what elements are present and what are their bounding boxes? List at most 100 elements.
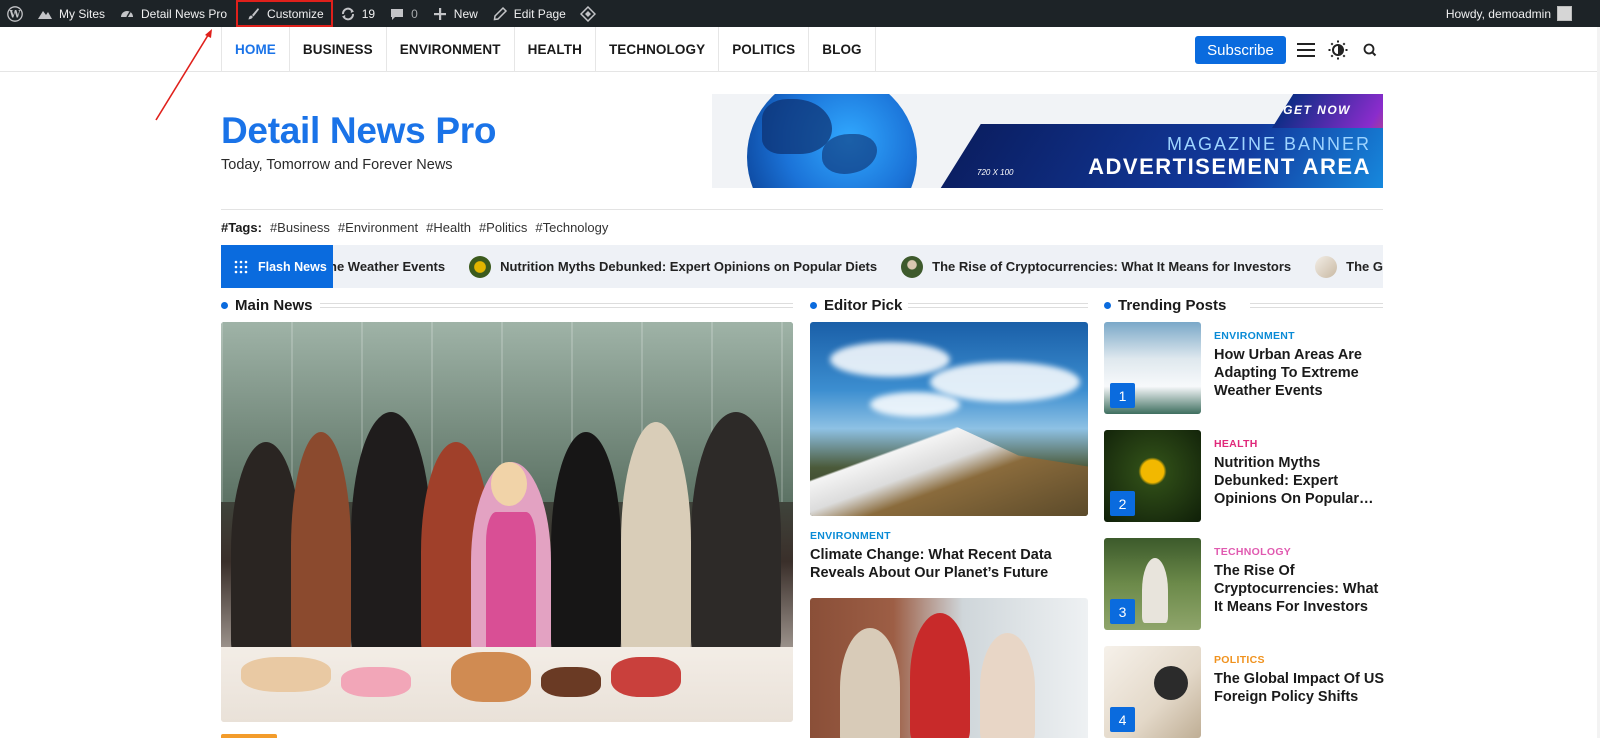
trending-title[interactable]: Nutrition Myths Debunked: Expert Opinion… [1214, 454, 1384, 508]
main-navigation: HOME BUSINESS ENVIRONMENT HEALTH TECHNOL… [0, 27, 1600, 72]
search-icon[interactable] [1359, 39, 1381, 61]
trending-category[interactable]: POLITICS [1214, 654, 1265, 666]
new-label: New [453, 6, 478, 21]
nav-item-health[interactable]: HEALTH [515, 27, 596, 72]
new-content-button[interactable]: New [425, 0, 485, 27]
section-dot [221, 301, 228, 309]
ad-line1: MAGAZINE BANNER [1166, 134, 1371, 154]
edit-page-label: Edit Page [513, 6, 566, 21]
trending-title[interactable]: The Rise Of Cryptocurrencies: What It Me… [1214, 562, 1384, 616]
tags-label: #Tags: [221, 220, 262, 235]
hamburger-menu-icon[interactable] [1295, 39, 1317, 61]
main-news-image[interactable] [221, 322, 793, 722]
section-rule [320, 303, 793, 308]
ticker-title: The Global Impa [1346, 259, 1383, 274]
trending-category[interactable]: ENVIRONMENT [1214, 330, 1295, 342]
trending-thumbnail: 4 [1104, 646, 1201, 738]
nav-item-business[interactable]: BUSINESS [290, 27, 387, 72]
comments-count: 0 [411, 6, 418, 21]
ticker-title: The Rise of Cryptocurrencies: What It Me… [932, 259, 1292, 274]
tag-link[interactable]: #Environment [338, 220, 418, 235]
nav-item-environment[interactable]: ENVIRONMENT [387, 27, 515, 72]
dark-mode-toggle-icon[interactable] [1327, 39, 1349, 61]
trending-rank: 4 [1110, 707, 1135, 732]
ticker-title: Nutrition Myths Debunked: Expert Opinion… [500, 259, 878, 274]
section-title-main-news: Main News [221, 296, 313, 314]
site-name-label: Detail News Pro [141, 6, 228, 21]
nav-item-home[interactable]: HOME [222, 27, 290, 72]
image-figure [840, 628, 900, 738]
ad-size: 720 X 100 [977, 168, 1014, 177]
ticker-thumbnail [469, 255, 492, 278]
nav-item-blog[interactable]: BLOG [809, 27, 876, 72]
editor-pick-image-2[interactable] [810, 598, 1088, 738]
tag-link[interactable]: #Business [270, 220, 330, 235]
diamond-menu-button[interactable] [573, 0, 603, 27]
trending-item[interactable]: 3 TECHNOLOGY The Rise Of Cryptocurrencie… [1104, 538, 1384, 630]
editor-pick-image[interactable] [810, 322, 1088, 516]
site-tagline: Today, Tomorrow and Forever News [221, 157, 453, 173]
trending-title[interactable]: How Urban Areas Are Adapting To Extreme … [1214, 346, 1384, 400]
tag-link[interactable]: #Technology [535, 220, 608, 235]
dashboard-icon [119, 6, 135, 22]
my-sites-menu[interactable]: My Sites [30, 0, 112, 27]
image-mountain [810, 417, 1088, 516]
image-figure [621, 422, 691, 662]
nav-item-politics[interactable]: POLITICS [719, 27, 810, 72]
image-object [1154, 666, 1188, 700]
ticker-item[interactable]: ne Weather Events [333, 259, 445, 274]
trending-thumbnail: 3 [1104, 538, 1201, 630]
my-sites-label: My Sites [59, 6, 106, 21]
editor-pick-title[interactable]: Climate Change: What Recent Data Reveals… [810, 546, 1090, 582]
image-food [241, 657, 331, 692]
section-dot [810, 301, 817, 309]
my-account-menu[interactable]: Howdy, demoadmin [1446, 0, 1600, 27]
section-rule [908, 303, 1088, 308]
updates-button[interactable]: 19 [333, 0, 382, 27]
image-figure [691, 412, 781, 662]
image-cake [451, 652, 531, 702]
trending-item[interactable]: 4 POLITICS The Global Impact Of US Forei… [1104, 646, 1384, 738]
tag-link[interactable]: #Health [426, 220, 471, 235]
flash-news-label: Flash News [221, 245, 333, 288]
ticker-item[interactable]: The Global Impa [1315, 255, 1383, 278]
sites-icon [37, 6, 53, 22]
trending-category[interactable]: HEALTH [1214, 438, 1258, 450]
edit-page-button[interactable]: Edit Page [485, 0, 573, 27]
ticker-thumbnail [901, 255, 924, 278]
image-cloud [870, 392, 960, 417]
section-title-trending: Trending Posts [1104, 296, 1226, 314]
image-figure [351, 412, 431, 662]
ticker-item[interactable]: Nutrition Myths Debunked: Expert Opinion… [469, 255, 878, 278]
ad-line2: ADVERTISEMENT AREA [1088, 154, 1371, 179]
ad-get-now: GET NOW [1283, 103, 1351, 117]
trending-category[interactable]: TECHNOLOGY [1214, 546, 1291, 558]
nav-item-technology[interactable]: TECHNOLOGY [596, 27, 720, 72]
site-title[interactable]: Detail News Pro [221, 110, 496, 152]
trending-item[interactable]: 1 ENVIRONMENT How Urban Areas Are Adapti… [1104, 322, 1384, 414]
image-food [541, 667, 601, 697]
category-badge[interactable] [221, 734, 277, 738]
image-food [341, 667, 411, 697]
advertisement-banner[interactable]: GET NOW MAGAZINE BANNER ADVERTISEMENT AR… [712, 94, 1383, 188]
ticker-track: ne Weather Events Nutrition Myths Debunk… [333, 245, 1383, 288]
subscribe-button[interactable]: Subscribe [1195, 36, 1286, 64]
section-rule [1250, 303, 1383, 308]
tag-link[interactable]: #Politics [479, 220, 527, 235]
site-name-menu[interactable]: Detail News Pro [112, 0, 234, 27]
section-title-text: Trending Posts [1118, 296, 1227, 314]
section-title-text: Main News [235, 296, 313, 314]
trending-title[interactable]: The Global Impact Of US Foreign Policy S… [1214, 670, 1384, 706]
editor-pick-category[interactable]: ENVIRONMENT [810, 530, 891, 542]
refresh-icon [340, 6, 356, 22]
image-cloud [830, 342, 950, 377]
brush-icon [245, 6, 261, 22]
image-figure [1142, 558, 1168, 623]
trending-item[interactable]: 2 HEALTH Nutrition Myths Debunked: Exper… [1104, 430, 1384, 522]
comments-button[interactable]: 0 [382, 0, 425, 27]
wordpress-logo-button[interactable]: W [0, 0, 30, 27]
avatar [1557, 6, 1572, 21]
customize-button[interactable]: Customize [236, 0, 333, 27]
ticker-item[interactable]: The Rise of Cryptocurrencies: What It Me… [901, 255, 1292, 278]
diamond-icon [579, 5, 596, 22]
